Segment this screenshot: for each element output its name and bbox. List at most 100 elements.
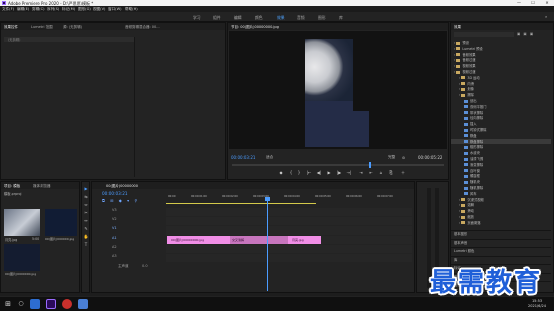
effects-list-item[interactable]: 插入	[451, 121, 551, 126]
stacked-panel-header[interactable]: 基本声音	[451, 238, 551, 247]
effects-list-item[interactable]: › Lumetri 预设	[451, 46, 551, 51]
zoom-select[interactable]: 适合	[266, 155, 273, 160]
stacked-panel-header[interactable]: Lumetri 颜色	[451, 247, 551, 255]
effects-list-item[interactable]: 径向擦除	[451, 115, 551, 120]
thumb-image-1[interactable]	[45, 209, 77, 236]
track-v3-label[interactable]: V3	[112, 208, 117, 212]
browser-icon[interactable]	[62, 299, 72, 309]
effects-list-item[interactable]: › 滑动	[451, 208, 551, 213]
effects-list-item[interactable]: › 音频效果	[451, 52, 551, 57]
workspace-editing[interactable]: 编辑	[234, 15, 242, 21]
effects-list-item[interactable]: 划出	[451, 98, 551, 103]
go-to-in-button[interactable]: |←	[306, 170, 312, 175]
folder-icon[interactable]	[78, 299, 88, 309]
explorer-icon[interactable]	[30, 299, 40, 309]
tab-lumetri-scopes[interactable]: Lumetri 范围	[31, 25, 53, 30]
export-frame-button[interactable]: ⌂	[378, 170, 384, 175]
stacked-panel-header[interactable]: 基本图形	[451, 230, 551, 238]
effects-list-item[interactable]: › 音频过渡	[451, 57, 551, 62]
effects-list-item[interactable]: 风车	[451, 191, 551, 196]
timeline-timecode[interactable]: 00:00:03:21	[102, 191, 128, 196]
effects-list-item[interactable]: › 预设	[451, 40, 551, 45]
tab-sequence[interactable]: 00(图片)00000000	[106, 184, 138, 189]
effects-list-item[interactable]: 油漆飞溅	[451, 156, 551, 161]
tab-project[interactable]: 项目: 模板	[4, 184, 20, 189]
ripple-edit-tool-icon[interactable]: ⇔	[83, 202, 89, 208]
track-a3-label[interactable]: A3	[112, 254, 117, 258]
timeline-toolbar[interactable]: ⧉ ⊞ ◆ ▾ ⚲	[102, 198, 139, 203]
effects-list-item[interactable]: 螺旋框	[451, 173, 551, 178]
pen-tool-icon[interactable]: ✎	[83, 226, 89, 232]
start-icon[interactable]: ⊞	[3, 299, 13, 309]
transition-cross-dissolve[interactable]: 交叉溶解	[230, 236, 288, 244]
program-playhead[interactable]	[369, 162, 371, 168]
hand-tool-icon[interactable]: ✋	[83, 234, 89, 240]
track-a2-label[interactable]: A2	[112, 245, 117, 249]
track-v2-label[interactable]: V2	[112, 217, 117, 221]
effects-list-item[interactable]: › 视频过渡	[451, 69, 551, 74]
tab-effect-controls[interactable]: 效果控件	[4, 25, 18, 30]
effects-list-item[interactable]: 棋盘	[451, 133, 551, 138]
effects-list-item[interactable]: 带状擦除	[451, 110, 551, 115]
mark-out-button[interactable]: }	[296, 170, 302, 175]
step-back-button[interactable]: ◀|	[316, 170, 322, 175]
premiere-taskbar-icon[interactable]	[46, 299, 56, 309]
tab-program[interactable]: 节目: 00(图片)00000000.jpg	[231, 25, 279, 30]
workspace-color[interactable]: 颜色	[255, 15, 263, 21]
effects-list-item[interactable]: 双侧平推门	[451, 104, 551, 109]
go-to-out-button[interactable]: →|	[346, 170, 352, 175]
clip-moon[interactable]: 月亮.jpg	[288, 236, 321, 244]
playhead-handle[interactable]	[265, 197, 270, 201]
add-button[interactable]: ＋	[400, 170, 406, 175]
effects-list-item[interactable]: › 视频效果	[451, 63, 551, 68]
step-forward-button[interactable]: |▶	[336, 170, 342, 175]
clock-date[interactable]: 2021/6/24	[523, 304, 551, 308]
track-v1-label[interactable]: V1	[112, 226, 117, 230]
add-marker-button[interactable]: ◆	[278, 170, 284, 175]
tab-media-browser[interactable]: 媒体浏览器	[33, 184, 51, 189]
effects-list-item[interactable]: 楔形擦除	[451, 144, 551, 149]
quality-select[interactable]: 完整	[388, 155, 395, 160]
effects-filter-icons[interactable]: ▣ ▣ ▣	[517, 32, 534, 36]
work-area-bar[interactable]	[166, 203, 316, 204]
tab-effects[interactable]: 效果	[454, 25, 461, 30]
master-volume-value[interactable]: 0.0	[142, 264, 148, 268]
effects-list-item[interactable]: 随机擦除	[451, 185, 551, 190]
effects-list-item[interactable]: 水波块	[451, 150, 551, 155]
play-button[interactable]: ▶	[326, 170, 332, 175]
tab-audio-clip-mixer[interactable]: 音频剪辑混合器: 00...	[125, 25, 160, 30]
effects-list-item[interactable]: 棋盘擦除	[451, 138, 551, 144]
clock-time[interactable]: 15:53	[523, 299, 551, 303]
effects-list-item[interactable]: 随机块	[451, 179, 551, 184]
lift-button[interactable]: ⇥	[358, 170, 364, 175]
effects-list-item[interactable]: › 缩放	[451, 214, 551, 219]
selection-tool-icon[interactable]: ▶	[83, 186, 89, 192]
extract-button[interactable]: ⇤	[368, 170, 374, 175]
thumb-moon[interactable]	[4, 209, 40, 236]
effects-list-item[interactable]: › 沉浸式视频	[451, 197, 551, 202]
compare-button[interactable]: ⎘	[388, 170, 394, 175]
effects-list-item[interactable]: › 3D 运动	[451, 75, 551, 80]
effects-list-item[interactable]: › 页面剥落	[451, 220, 551, 225]
effects-list-item[interactable]: › 划像	[451, 86, 551, 91]
workspace-learn[interactable]: 学习	[193, 15, 201, 21]
effects-search-input[interactable]	[454, 32, 514, 37]
timeline-playhead[interactable]	[267, 199, 268, 291]
workspace-effects[interactable]: 效果	[277, 15, 285, 23]
tab-source[interactable]: 源: (无剪辑)	[63, 25, 82, 30]
effects-list-item[interactable]: › 擦除	[451, 92, 551, 97]
search-icon[interactable]: ⌕	[545, 14, 547, 19]
mark-in-button[interactable]: {	[288, 170, 294, 175]
search-icon[interactable]: ○	[16, 299, 26, 309]
effects-list-item[interactable]: 百叶窗	[451, 168, 551, 173]
workspace-assembly[interactable]: 组件	[213, 15, 221, 21]
thumb-image-2[interactable]	[4, 244, 40, 271]
effects-list-item[interactable]: › 内滑	[451, 81, 551, 86]
workspace-libraries[interactable]: 库	[339, 15, 343, 21]
type-tool-icon[interactable]: T	[83, 242, 89, 248]
workspace-graphics[interactable]: 图形	[318, 15, 326, 21]
track-select-tool-icon[interactable]: ⇆	[83, 194, 89, 200]
track-a1-label[interactable]: A1	[112, 236, 117, 240]
time-ruler[interactable]: 00:00 00:00:01:00 00:00:02:00 00:00:03:0…	[166, 191, 413, 200]
program-timecode[interactable]: 00:00:03:21	[231, 155, 255, 160]
